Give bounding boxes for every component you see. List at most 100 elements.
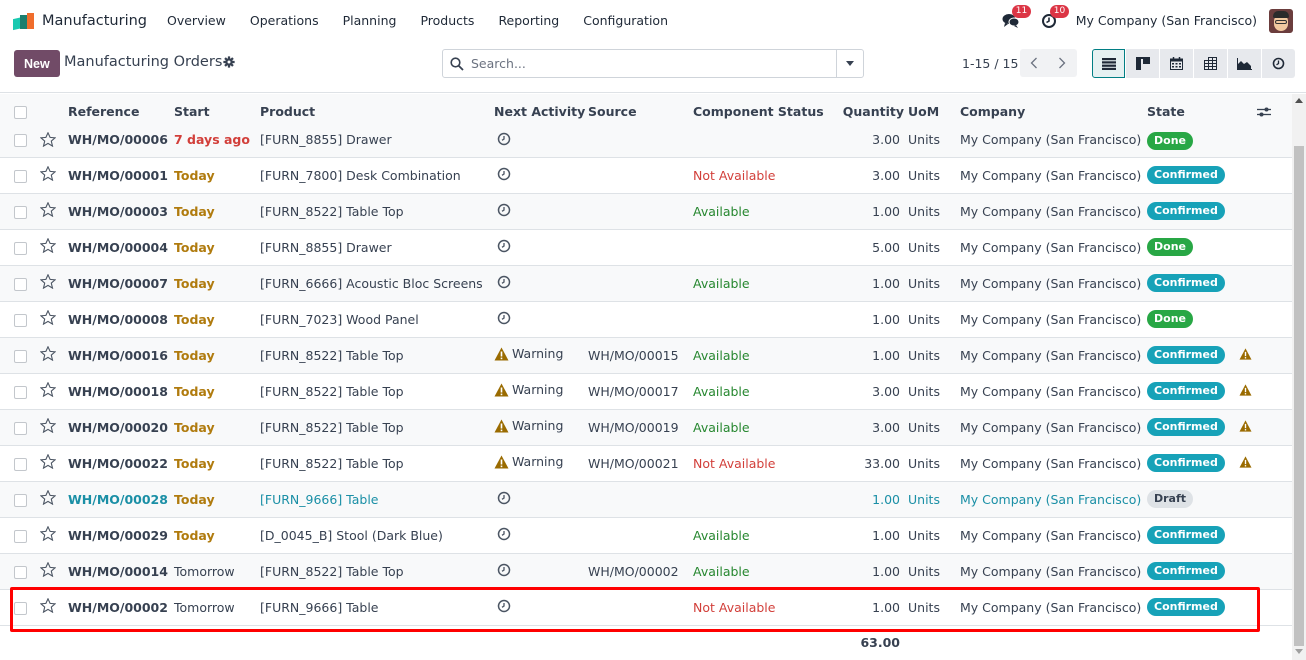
table-row[interactable]: WH/MO/00004 Today [FURN_8855] Drawer 5.00 Un…: [0, 228, 1292, 265]
table-row[interactable]: WH/MO/00022 Today [FURN_8522] Table Top War…: [0, 444, 1292, 481]
column-company[interactable]: Company: [960, 94, 1147, 129]
pager-previous-button[interactable]: [1020, 49, 1048, 77]
new-button[interactable]: New: [14, 50, 60, 77]
favorite-toggle[interactable]: [40, 382, 56, 397]
scroll-thumb[interactable]: [1294, 146, 1304, 646]
schedule-activity-button[interactable]: [497, 275, 511, 289]
menu-overview[interactable]: Overview: [167, 13, 226, 28]
user-avatar[interactable]: [1269, 8, 1293, 33]
star-icon[interactable]: [40, 238, 56, 253]
star-icon[interactable]: [40, 562, 56, 577]
star-icon[interactable]: [40, 382, 56, 397]
activity-warning[interactable]: Warning: [494, 454, 563, 469]
favorite-toggle[interactable]: [40, 526, 56, 541]
row-checkbox[interactable]: [14, 349, 27, 363]
schedule-activity-button[interactable]: [497, 167, 511, 181]
activities-button[interactable]: 10: [1038, 4, 1070, 31]
view-kanban-button[interactable]: [1126, 49, 1159, 78]
search-input[interactable]: [471, 50, 836, 77]
favorite-toggle[interactable]: [40, 310, 56, 325]
scroll-down-arrow[interactable]: [1295, 649, 1303, 654]
menu-configuration[interactable]: Configuration: [583, 13, 668, 28]
row-checkbox[interactable]: [14, 601, 27, 615]
favorite-toggle[interactable]: [40, 274, 56, 289]
favorite-toggle[interactable]: [40, 490, 56, 505]
vertical-scrollbar[interactable]: [1292, 94, 1306, 660]
row-checkbox[interactable]: [14, 565, 27, 579]
activity-warning[interactable]: Warning: [494, 418, 563, 433]
view-activity-button[interactable]: [1262, 49, 1295, 78]
favorite-toggle[interactable]: [40, 238, 56, 253]
row-checkbox[interactable]: [14, 493, 27, 507]
row-checkbox[interactable]: [14, 169, 27, 183]
menu-reporting[interactable]: Reporting: [498, 13, 559, 28]
row-checkbox[interactable]: [14, 277, 27, 291]
schedule-activity-button[interactable]: [497, 599, 511, 613]
table-row[interactable]: WH/MO/00016 Today [FURN_8522] Table Top War…: [0, 336, 1292, 373]
favorite-toggle[interactable]: [40, 418, 56, 433]
column-source[interactable]: Source: [588, 94, 693, 129]
view-calendar-button[interactable]: [1160, 49, 1193, 78]
favorite-toggle[interactable]: [40, 202, 56, 217]
schedule-activity-button[interactable]: [497, 239, 511, 253]
menu-operations[interactable]: Operations: [250, 13, 319, 28]
favorite-toggle[interactable]: [40, 562, 56, 577]
column-product[interactable]: Product: [260, 94, 494, 129]
favorite-toggle[interactable]: [40, 346, 56, 361]
app-name[interactable]: Manufacturing: [42, 13, 147, 29]
column-quantity[interactable]: Quantity: [813, 94, 908, 129]
table-row[interactable]: WH/MO/00028 Today [FURN_9666] Table 1.00 Uni…: [0, 480, 1292, 517]
column-reference[interactable]: Reference: [68, 94, 174, 129]
column-next-activity[interactable]: Next Activity: [494, 94, 588, 129]
row-checkbox[interactable]: [14, 457, 27, 471]
table-row[interactable]: WH/MO/00006 7 days ago [FURN_8855] Drawer 3…: [0, 129, 1292, 157]
favorite-toggle[interactable]: [40, 598, 56, 613]
view-list-button[interactable]: [1092, 49, 1125, 78]
star-icon[interactable]: [40, 418, 56, 433]
star-icon[interactable]: [40, 598, 56, 613]
activity-warning[interactable]: Warning: [494, 346, 563, 361]
gear-icon[interactable]: [223, 56, 235, 68]
star-icon[interactable]: [40, 274, 56, 289]
star-icon[interactable]: [40, 132, 56, 147]
row-checkbox[interactable]: [14, 385, 27, 399]
activity-warning[interactable]: Warning: [494, 382, 563, 397]
row-checkbox[interactable]: [14, 313, 27, 327]
manufacturing-app-icon[interactable]: [13, 12, 35, 30]
search-options-toggle[interactable]: [836, 50, 863, 77]
menu-planning[interactable]: Planning: [343, 13, 397, 28]
star-icon[interactable]: [40, 202, 56, 217]
messages-button[interactable]: 11: [1000, 4, 1032, 31]
pager-next-button[interactable]: [1048, 49, 1076, 77]
table-row[interactable]: WH/MO/00018 Today [FURN_8522] Table Top War…: [0, 372, 1292, 409]
table-row[interactable]: WH/MO/00014 Tomorrow [FURN_8522] Table Top…: [0, 552, 1292, 589]
row-checkbox[interactable]: [14, 205, 27, 219]
optional-columns-toggle[interactable]: [1235, 106, 1292, 118]
table-row[interactable]: WH/MO/00020 Today [FURN_8522] Table Top War…: [0, 408, 1292, 445]
row-checkbox[interactable]: [14, 241, 27, 255]
star-icon[interactable]: [40, 166, 56, 181]
row-checkbox[interactable]: [14, 134, 27, 147]
column-uom[interactable]: UoM: [908, 94, 960, 129]
row-checkbox[interactable]: [14, 529, 27, 543]
company-switcher[interactable]: My Company (San Francisco): [1076, 13, 1257, 28]
table-row[interactable]: WH/MO/00003 Today [FURN_8522] Table Top Ava…: [0, 192, 1292, 229]
schedule-activity-button[interactable]: [497, 311, 511, 325]
table-row[interactable]: WH/MO/00029 Today [D_0045_B] Stool (Dark B…: [0, 516, 1292, 553]
table-row[interactable]: WH/MO/00001 Today [FURN_7800] Desk Combina…: [0, 156, 1292, 193]
menu-products[interactable]: Products: [420, 13, 474, 28]
column-state[interactable]: State: [1147, 94, 1235, 129]
row-checkbox[interactable]: [14, 421, 27, 435]
table-row-highlighted[interactable]: WH/MO/00002 Tomorrow [FURN_9666] Table Not …: [0, 588, 1292, 625]
view-pivot-button[interactable]: [1194, 49, 1227, 78]
star-icon[interactable]: [40, 526, 56, 541]
table-row[interactable]: WH/MO/00007 Today [FURN_6666] Acoustic Blo…: [0, 264, 1292, 301]
favorite-toggle[interactable]: [40, 454, 56, 469]
schedule-activity-button[interactable]: [497, 132, 511, 146]
table-row[interactable]: WH/MO/00008 Today [FURN_7023] Wood Panel 1.…: [0, 300, 1292, 337]
schedule-activity-button[interactable]: [497, 527, 511, 541]
column-start[interactable]: Start: [174, 94, 260, 129]
schedule-activity-button[interactable]: [497, 563, 511, 577]
schedule-activity-button[interactable]: [497, 491, 511, 505]
favorite-toggle[interactable]: [40, 166, 56, 181]
